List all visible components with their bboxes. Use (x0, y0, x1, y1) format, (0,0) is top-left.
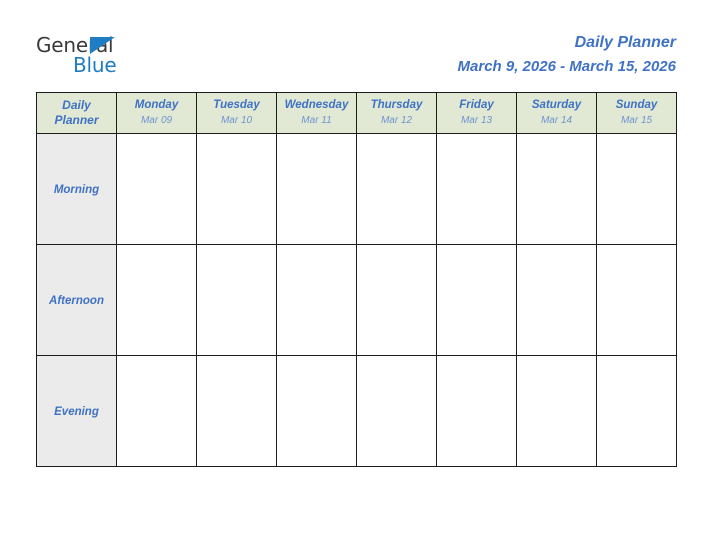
corner-label-line2: Planner (54, 113, 99, 127)
planner-table-container: Daily Planner Monday Mar 09 Tuesday Mar 10 W… (36, 92, 677, 467)
day-header-thursday: Thursday Mar 12 (356, 92, 437, 134)
day-header-saturday: Saturday Mar 14 (516, 92, 597, 134)
day-header-friday: Friday Mar 13 (436, 92, 517, 134)
day-date: Mar 14 (540, 115, 573, 126)
corner-label-line1: Daily (62, 98, 91, 112)
day-name: Thursday (370, 99, 423, 111)
day-date: Mar 13 (460, 115, 493, 126)
table-row: Evening (36, 355, 677, 467)
planner-slot[interactable] (516, 133, 597, 245)
title-block: Daily Planner March 9, 2026 - March 15, … (458, 32, 676, 78)
planner-slot[interactable] (116, 133, 197, 245)
planner-slot[interactable] (436, 133, 517, 245)
planner-slot[interactable] (596, 244, 677, 356)
planner-table: Daily Planner Monday Mar 09 Tuesday Mar 10 W… (36, 92, 677, 467)
planner-slot[interactable] (116, 355, 197, 467)
brand-logo: General Blue (36, 34, 166, 84)
day-header-tuesday: Tuesday Mar 10 (196, 92, 277, 134)
day-name: Saturday (531, 99, 582, 111)
planner-slot[interactable] (196, 133, 277, 245)
period-label-text: Evening (54, 406, 99, 418)
planner-slot[interactable] (196, 355, 277, 467)
day-name: Tuesday (213, 99, 260, 111)
date-range: March 9, 2026 - March 15, 2026 (457, 58, 676, 75)
table-row: Morning (36, 133, 677, 245)
page-header: General Blue Daily Planner March 9, 2026… (0, 0, 712, 90)
day-header-sunday: Sunday Mar 15 (596, 92, 677, 134)
planner-slot[interactable] (356, 355, 437, 467)
period-label-evening: Evening (36, 355, 117, 467)
planner-slot[interactable] (516, 244, 597, 356)
planner-slot[interactable] (436, 355, 517, 467)
planner-slot[interactable] (596, 355, 677, 467)
brand-name-blue: Blue (73, 53, 117, 77)
day-date: Mar 12 (380, 115, 413, 126)
page-title: Daily Planner (574, 34, 676, 51)
planner-slot[interactable] (596, 133, 677, 245)
planner-slot[interactable] (276, 133, 357, 245)
period-label-text: Morning (53, 184, 100, 196)
day-date: Mar 11 (301, 115, 332, 126)
triangle-icon (90, 37, 115, 54)
day-header-monday: Monday Mar 09 (116, 92, 197, 134)
planner-slot[interactable] (356, 133, 437, 245)
day-date: Mar 10 (220, 115, 253, 126)
period-label-text: Afternoon (49, 295, 104, 307)
day-header-wednesday: Wednesday Mar 11 (276, 92, 357, 134)
planner-slot[interactable] (116, 244, 197, 356)
day-date: Mar 15 (620, 115, 653, 126)
day-name: Monday (134, 99, 179, 111)
day-name: Friday (459, 99, 494, 111)
planner-slot[interactable] (356, 244, 437, 356)
planner-slot[interactable] (276, 244, 357, 356)
planner-slot[interactable] (196, 244, 277, 356)
day-name: Wednesday (284, 99, 349, 111)
table-row: Afternoon (36, 244, 677, 356)
planner-slot[interactable] (516, 355, 597, 467)
day-date: Mar 09 (140, 115, 173, 126)
corner-cell: Daily Planner (36, 92, 117, 134)
period-label-morning: Morning (36, 133, 117, 245)
planner-slot[interactable] (436, 244, 517, 356)
day-name: Sunday (615, 99, 658, 111)
period-label-afternoon: Afternoon (36, 244, 117, 356)
table-header-row: Daily Planner Monday Mar 09 Tuesday Mar 10 W… (36, 92, 677, 134)
planner-slot[interactable] (276, 355, 357, 467)
